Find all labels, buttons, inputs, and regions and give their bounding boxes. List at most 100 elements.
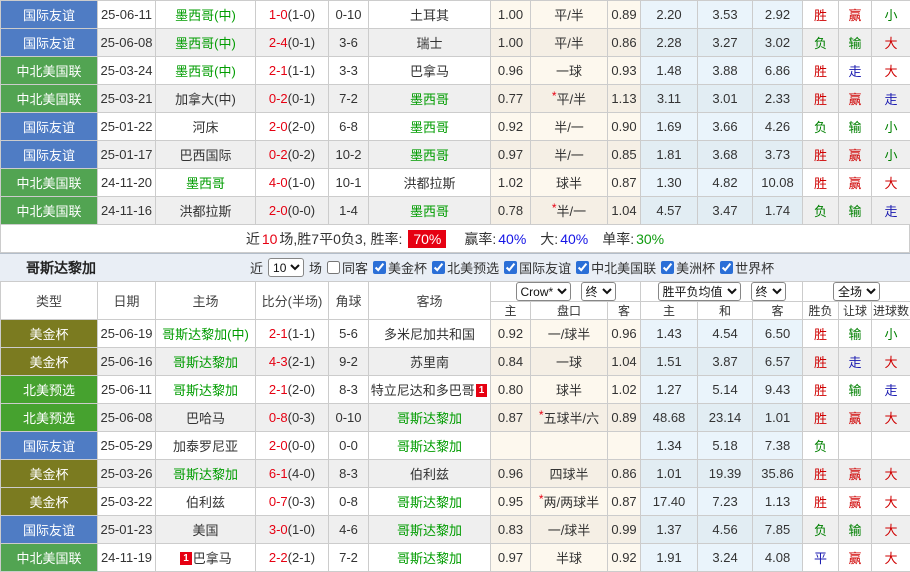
result-winlose: 平 [803, 544, 839, 572]
filter-checkbox[interactable] [576, 261, 589, 274]
match-date: 25-06-19 [98, 320, 156, 348]
avg-type-select[interactable]: 胜平负均值 [658, 282, 741, 301]
home-team-cell: 哥斯达黎加(中) [156, 320, 256, 348]
halftime-score: (0-1) [288, 91, 315, 106]
result-winlose: 胜 [803, 348, 839, 376]
away-team-name: 哥斯达黎加 [397, 411, 462, 426]
avg-lose-value: 7.38 [753, 432, 803, 460]
filter-option[interactable]: 北美预选 [432, 258, 499, 277]
filter-option[interactable]: 世界杯 [720, 258, 774, 277]
subheader-odds-away: 客 [608, 302, 641, 320]
subheader-goals: 进球数 [872, 302, 910, 320]
scope-select[interactable]: 全场 [833, 282, 880, 301]
avg-draw-value: 5.14 [698, 376, 753, 404]
handicap-cell: 平/半 [531, 29, 608, 57]
odds-home-value: 0.96 [491, 460, 531, 488]
halftime-score: (1-1) [288, 326, 315, 341]
odds-home-value: 1.00 [491, 29, 531, 57]
summary-near-count: 10 [262, 231, 278, 247]
costa-rica-matches-table: 类型 日期 主场 比分(半场) 角球 客场 Crow* 终 胜 [0, 281, 910, 572]
corner-count: 0-10 [329, 404, 369, 432]
league-type-cell: 美金杯 [1, 460, 98, 488]
home-team-cell: 哥斯达黎加 [156, 348, 256, 376]
match-row: 中北美国联25-03-21加拿大(中)0-2(0-1)7-2墨西哥0.77*平/… [1, 85, 910, 113]
subheader-avg-win: 主 [641, 302, 698, 320]
header-score: 比分(半场) [256, 282, 329, 320]
single-rate-label: 单率: [602, 229, 634, 249]
result-winlose: 胜 [803, 169, 839, 197]
away-team-name: 哥斯达黎加 [397, 551, 462, 566]
result-handicap: 输 [839, 516, 872, 544]
rank-badge: 1 [180, 552, 192, 565]
avg-lose-value: 35.86 [753, 460, 803, 488]
scope-select-cell: 全场 [803, 282, 910, 302]
halftime-score: (0-3) [288, 410, 315, 425]
filter-option[interactable]: 国际友谊 [504, 258, 571, 277]
odds-away-value: 1.04 [608, 197, 641, 225]
odds-away-value [608, 432, 641, 460]
halftime-score: (1-0) [288, 175, 315, 190]
away-team-cell: 墨西哥 [369, 197, 491, 225]
fulltime-score: 3-0 [269, 522, 288, 537]
odds-source-select[interactable]: Crow* [516, 282, 571, 301]
handicap-name: 球半 [556, 176, 582, 191]
score-cell: 1-0(1-0) [256, 1, 329, 29]
match-date: 24-11-16 [98, 197, 156, 225]
handicap-cell: 一球 [531, 348, 608, 376]
away-team-cell: 多米尼加共和国 [369, 320, 491, 348]
odds-final-select[interactable]: 终 [581, 282, 616, 301]
avg-lose-value: 10.08 [753, 169, 803, 197]
result-handicap: 输 [839, 320, 872, 348]
result-goals: 大 [872, 169, 910, 197]
avg-draw-value: 3.66 [698, 113, 753, 141]
home-team-cell: 哥斯达黎加 [156, 376, 256, 404]
result-handicap: 赢 [839, 169, 872, 197]
avg-win-value: 2.20 [641, 1, 698, 29]
filter-label: 同客 [342, 258, 368, 277]
result-goals: 走 [872, 197, 910, 225]
score-cell: 2-1(2-0) [256, 376, 329, 404]
filter-checkbox[interactable] [720, 261, 733, 274]
filter-label: 国际友谊 [519, 258, 571, 277]
away-team-cell: 哥斯达黎加 [369, 516, 491, 544]
halftime-score: (2-1) [288, 354, 315, 369]
halftime-score: (0-1) [288, 35, 315, 50]
league-type-cell: 北美预选 [1, 376, 98, 404]
handicap-name: 半球 [556, 551, 582, 566]
result-goals: 大 [872, 57, 910, 85]
filter-option[interactable]: 美金杯 [373, 258, 427, 277]
result-goals: 走 [872, 376, 910, 404]
summary-near-label: 近 [246, 229, 260, 249]
avg-win-value: 1.01 [641, 460, 698, 488]
match-date: 25-01-22 [98, 113, 156, 141]
fulltime-score: 2-1 [269, 63, 288, 78]
corner-count: 8-3 [329, 460, 369, 488]
near-label: 近 [250, 258, 263, 277]
filter-option[interactable]: 中北美国联 [576, 258, 656, 277]
section-title: 哥斯达黎加 [0, 258, 250, 278]
handicap-cell: 一/球半 [531, 516, 608, 544]
filter-checkbox[interactable] [661, 261, 674, 274]
recent-count-select[interactable]: 10 [268, 258, 304, 277]
league-type-cell: 美金杯 [1, 320, 98, 348]
odds-home-value: 0.83 [491, 516, 531, 544]
filter-checkbox[interactable] [327, 261, 340, 274]
filter-option[interactable]: 美洲杯 [661, 258, 715, 277]
corner-count: 5-6 [329, 320, 369, 348]
match-date: 25-06-08 [98, 404, 156, 432]
avg-win-value: 4.57 [641, 197, 698, 225]
filter-option[interactable]: 同客 [327, 258, 368, 277]
filter-checkbox[interactable] [432, 261, 445, 274]
handicap-cell: 平/半 [531, 1, 608, 29]
handicap-cell: 四球半 [531, 460, 608, 488]
avg-final-select[interactable]: 终 [751, 282, 786, 301]
filter-checkbox[interactable] [373, 261, 386, 274]
league-type-cell: 国际友谊 [1, 141, 98, 169]
score-cell: 2-0(0-0) [256, 432, 329, 460]
away-team-cell: 墨西哥 [369, 141, 491, 169]
result-goals: 大 [872, 404, 910, 432]
away-team-cell: 巴拿马 [369, 57, 491, 85]
corner-count: 7-2 [329, 85, 369, 113]
home-team-name: 伯利兹 [186, 495, 225, 510]
filter-checkbox[interactable] [504, 261, 517, 274]
